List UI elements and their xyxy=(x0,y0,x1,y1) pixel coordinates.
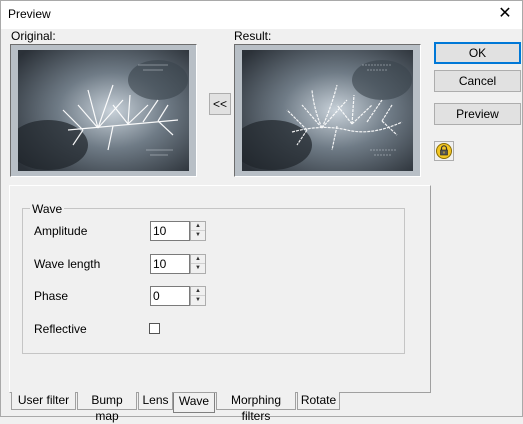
amplitude-up-arrow-icon[interactable]: ▲ xyxy=(191,222,205,231)
phase-spin-buttons: ▲ ▼ xyxy=(190,286,206,306)
wave-length-down-arrow-icon[interactable]: ▼ xyxy=(191,264,205,273)
wave-length-spin-buttons: ▲ ▼ xyxy=(190,254,206,274)
preview-dialog: Preview ✕ Original: Result: << OK Cancel… xyxy=(0,0,523,423)
original-image-frame xyxy=(10,44,197,177)
result-label: Result: xyxy=(234,29,272,43)
amplitude-stepper: 10 ▲ ▼ xyxy=(150,221,207,241)
tab-morphing-filters[interactable]: Morphing filters xyxy=(216,392,296,423)
wave-length-stepper: 10 ▲ ▼ xyxy=(150,254,207,274)
result-image-frame xyxy=(234,44,421,177)
title-bar: Preview ✕ xyxy=(1,1,522,29)
amplitude-label: Amplitude xyxy=(34,224,88,238)
tab-user-filter[interactable]: User filter xyxy=(11,392,76,410)
amplitude-input[interactable]: 10 xyxy=(150,221,190,241)
tab-lens[interactable]: Lens xyxy=(138,392,173,410)
phase-down-arrow-icon[interactable]: ▼ xyxy=(191,296,205,305)
phase-input[interactable]: 0 xyxy=(150,286,190,306)
phase-label: Phase xyxy=(34,289,69,303)
original-image xyxy=(18,50,189,171)
tab-bump-map[interactable]: Bump map xyxy=(77,392,137,423)
amplitude-spin-buttons: ▲ ▼ xyxy=(190,221,206,241)
wave-length-up-arrow-icon[interactable]: ▲ xyxy=(191,255,205,264)
wave-group-title: Wave xyxy=(30,202,65,216)
phase-stepper: 0 ▲ ▼ xyxy=(150,286,207,306)
cancel-button[interactable]: Cancel xyxy=(434,70,521,92)
tab-wave[interactable]: Wave xyxy=(173,393,215,413)
tab-rotate[interactable]: Rotate xyxy=(297,392,340,410)
close-button[interactable]: ✕ xyxy=(492,3,518,25)
phase-up-arrow-icon[interactable]: ▲ xyxy=(191,287,205,296)
amplitude-down-arrow-icon[interactable]: ▼ xyxy=(191,231,205,240)
preview-button[interactable]: Preview xyxy=(434,103,521,125)
wave-length-input[interactable]: 10 xyxy=(150,254,190,274)
result-image xyxy=(242,50,413,171)
original-label: Original: xyxy=(11,29,56,43)
reflective-checkbox[interactable] xyxy=(149,323,160,334)
lock-icon xyxy=(436,143,452,159)
copy-to-original-button[interactable]: << xyxy=(209,93,231,115)
lock-button[interactable] xyxy=(434,141,454,161)
wave-length-label: Wave length xyxy=(34,257,101,271)
window-title: Preview xyxy=(8,7,51,21)
ok-button[interactable]: OK xyxy=(434,42,521,64)
reflective-label: Reflective xyxy=(34,322,87,336)
